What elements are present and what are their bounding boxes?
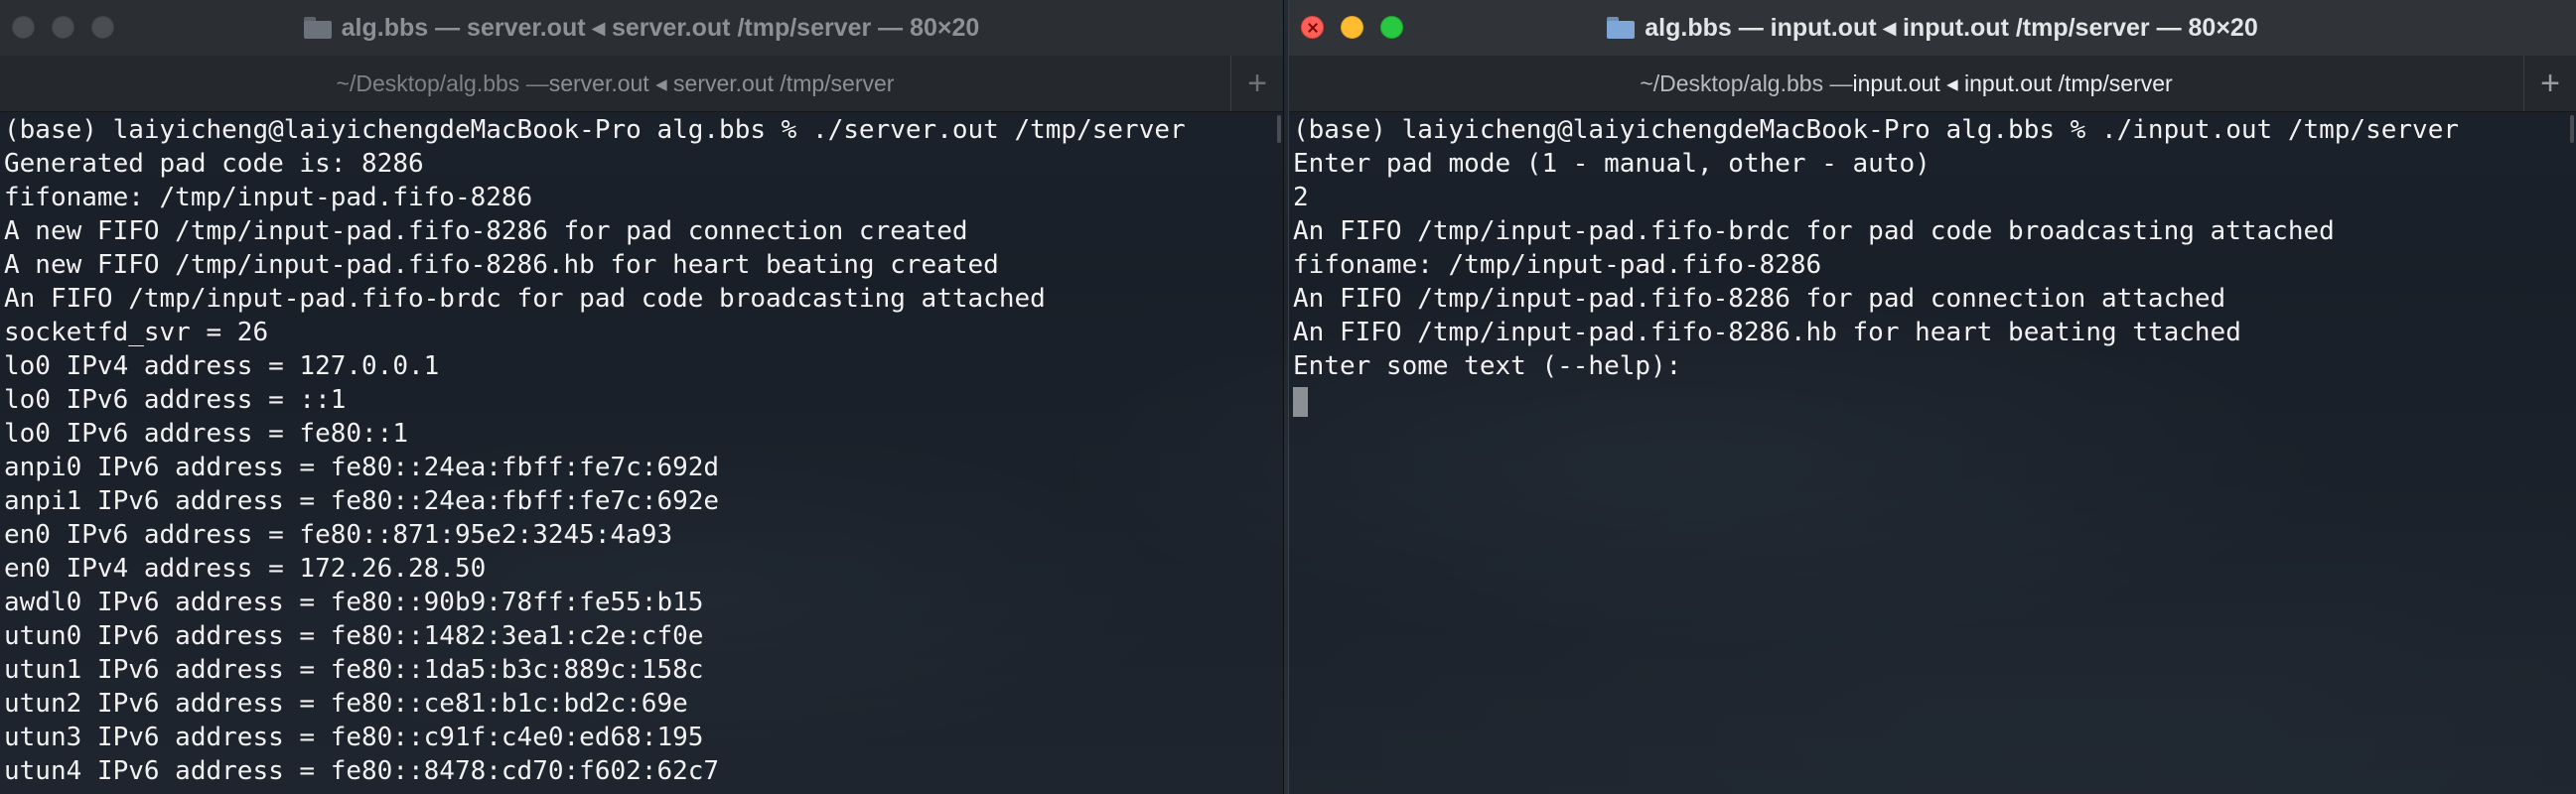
- tab-process: server.out ◂ server.out /tmp/server: [548, 69, 895, 96]
- input-terminal-window[interactable]: alg.bbs — input.out ◂ input.out /tmp/ser…: [1288, 0, 2576, 794]
- window-controls: [1301, 16, 1403, 39]
- terminal-line: lo0 IPv6 address = fe80::1: [4, 419, 408, 449]
- title-bar[interactable]: alg.bbs — input.out ◂ input.out /tmp/ser…: [1289, 0, 2576, 57]
- tab-bar: ~/Desktop/alg.bbs — input.out ◂ input.ou…: [1289, 56, 2576, 112]
- terminal-line: An FIFO /tmp/input-pad.fifo-brdc for pad…: [4, 284, 1046, 314]
- folder-icon: [1607, 17, 1636, 39]
- scrollbar[interactable]: [1277, 115, 1281, 143]
- terminal-line: utun3 IPv6 address = fe80::c91f:c4e0:ed6…: [4, 723, 704, 752]
- window-title: alg.bbs — input.out ◂ input.out /tmp/ser…: [1607, 13, 2258, 43]
- tab-prefix: ~/Desktop/alg.bbs —: [336, 69, 549, 96]
- terminal-line: Generated pad code is: 8286: [4, 149, 424, 179]
- terminal-line: An FIFO /tmp/input-pad.fifo-brdc for pad…: [1293, 216, 2335, 246]
- window-controls: [12, 16, 114, 39]
- close-button[interactable]: [1301, 16, 1324, 39]
- new-tab-button[interactable]: +: [2523, 56, 2576, 111]
- close-button[interactable]: [12, 16, 35, 39]
- terminal-line: utun0 IPv6 address = fe80::1482:3ea1:c2e…: [4, 621, 704, 651]
- terminal-line: awdl0 IPv6 address = fe80::90b9:78ff:fe5…: [4, 588, 704, 617]
- minimize-button[interactable]: [52, 16, 74, 39]
- tab-bar: ~/Desktop/alg.bbs — server.out ◂ server.…: [0, 56, 1283, 112]
- tab-input[interactable]: ~/Desktop/alg.bbs — input.out ◂ input.ou…: [1289, 56, 2523, 111]
- window-title-text: alg.bbs — input.out ◂ input.out /tmp/ser…: [1645, 14, 2258, 42]
- terminal-line: utun2 IPv6 address = fe80::ce81:b1c:bd2c…: [4, 689, 688, 719]
- new-tab-button[interactable]: +: [1230, 56, 1283, 111]
- title-bar[interactable]: alg.bbs — server.out ◂ server.out /tmp/s…: [0, 0, 1283, 57]
- terminal-line: (base) laiyicheng@laiyichengdeMacBook-Pr…: [1293, 115, 2459, 145]
- terminal-output[interactable]: (base) laiyicheng@laiyichengdeMacBook-Pr…: [4, 113, 1283, 794]
- plus-icon: +: [2540, 64, 2560, 102]
- terminal-line: en0 IPv4 address = 172.26.28.50: [4, 554, 487, 584]
- terminal-line: A new FIFO /tmp/input-pad.fifo-8286.hb f…: [4, 250, 999, 280]
- terminal-line: anpi0 IPv6 address = fe80::24ea:fbff:fe7…: [4, 453, 720, 482]
- terminal-line: fifoname: /tmp/input-pad.fifo-8286: [4, 183, 533, 212]
- tab-server[interactable]: ~/Desktop/alg.bbs — server.out ◂ server.…: [0, 56, 1230, 111]
- text-cursor: [1293, 386, 1308, 417]
- terminal-line: utun1 IPv6 address = fe80::1da5:b3c:889c…: [4, 655, 704, 685]
- window-title: alg.bbs — server.out ◂ server.out /tmp/s…: [303, 13, 980, 43]
- plus-icon: +: [1247, 64, 1267, 102]
- terminal-line: A new FIFO /tmp/input-pad.fifo-8286 for …: [4, 216, 968, 246]
- minimize-button[interactable]: [1341, 16, 1363, 39]
- terminal-line: lo0 IPv6 address = ::1: [4, 385, 347, 415]
- terminal-line: utun4 IPv6 address = fe80::8478:cd70:f60…: [4, 756, 720, 786]
- folder-icon: [303, 17, 332, 39]
- terminal-line: 2: [1293, 183, 1309, 212]
- terminal-output[interactable]: (base) laiyicheng@laiyichengdeMacBook-Pr…: [1293, 113, 2576, 794]
- input-line[interactable]: [1293, 383, 2576, 417]
- terminal-line: Enter some text (--help):: [1293, 351, 1682, 381]
- terminal-line: An FIFO /tmp/input-pad.fifo-8286 for pad…: [1293, 284, 2226, 314]
- tab-prefix: ~/Desktop/alg.bbs —: [1640, 69, 1853, 96]
- terminal-line: An FIFO /tmp/input-pad.fifo-8286.hb for …: [1293, 318, 2241, 347]
- server-terminal-window[interactable]: alg.bbs — server.out ◂ server.out /tmp/s…: [0, 0, 1284, 794]
- terminal-line: anpi1 IPv6 address = fe80::24ea:fbff:fe7…: [4, 486, 720, 516]
- tab-process: input.out ◂ input.out /tmp/server: [1852, 69, 2173, 96]
- terminal-line: socketfd_svr = 26: [4, 318, 269, 347]
- maximize-button[interactable]: [1380, 16, 1403, 39]
- maximize-button[interactable]: [91, 16, 114, 39]
- scrollbar[interactable]: [2570, 115, 2574, 143]
- terminal-line: (base) laiyicheng@laiyichengdeMacBook-Pr…: [4, 115, 1186, 145]
- terminal-line: lo0 IPv4 address = 127.0.0.1: [4, 351, 440, 381]
- terminal-line: en0 IPv6 address = fe80::871:95e2:3245:4…: [4, 520, 673, 550]
- terminal-line: fifoname: /tmp/input-pad.fifo-8286: [1293, 250, 1822, 280]
- terminal-line: Enter pad mode (1 - manual, other - auto…: [1293, 149, 1931, 179]
- window-title-text: alg.bbs — server.out ◂ server.out /tmp/s…: [341, 14, 980, 42]
